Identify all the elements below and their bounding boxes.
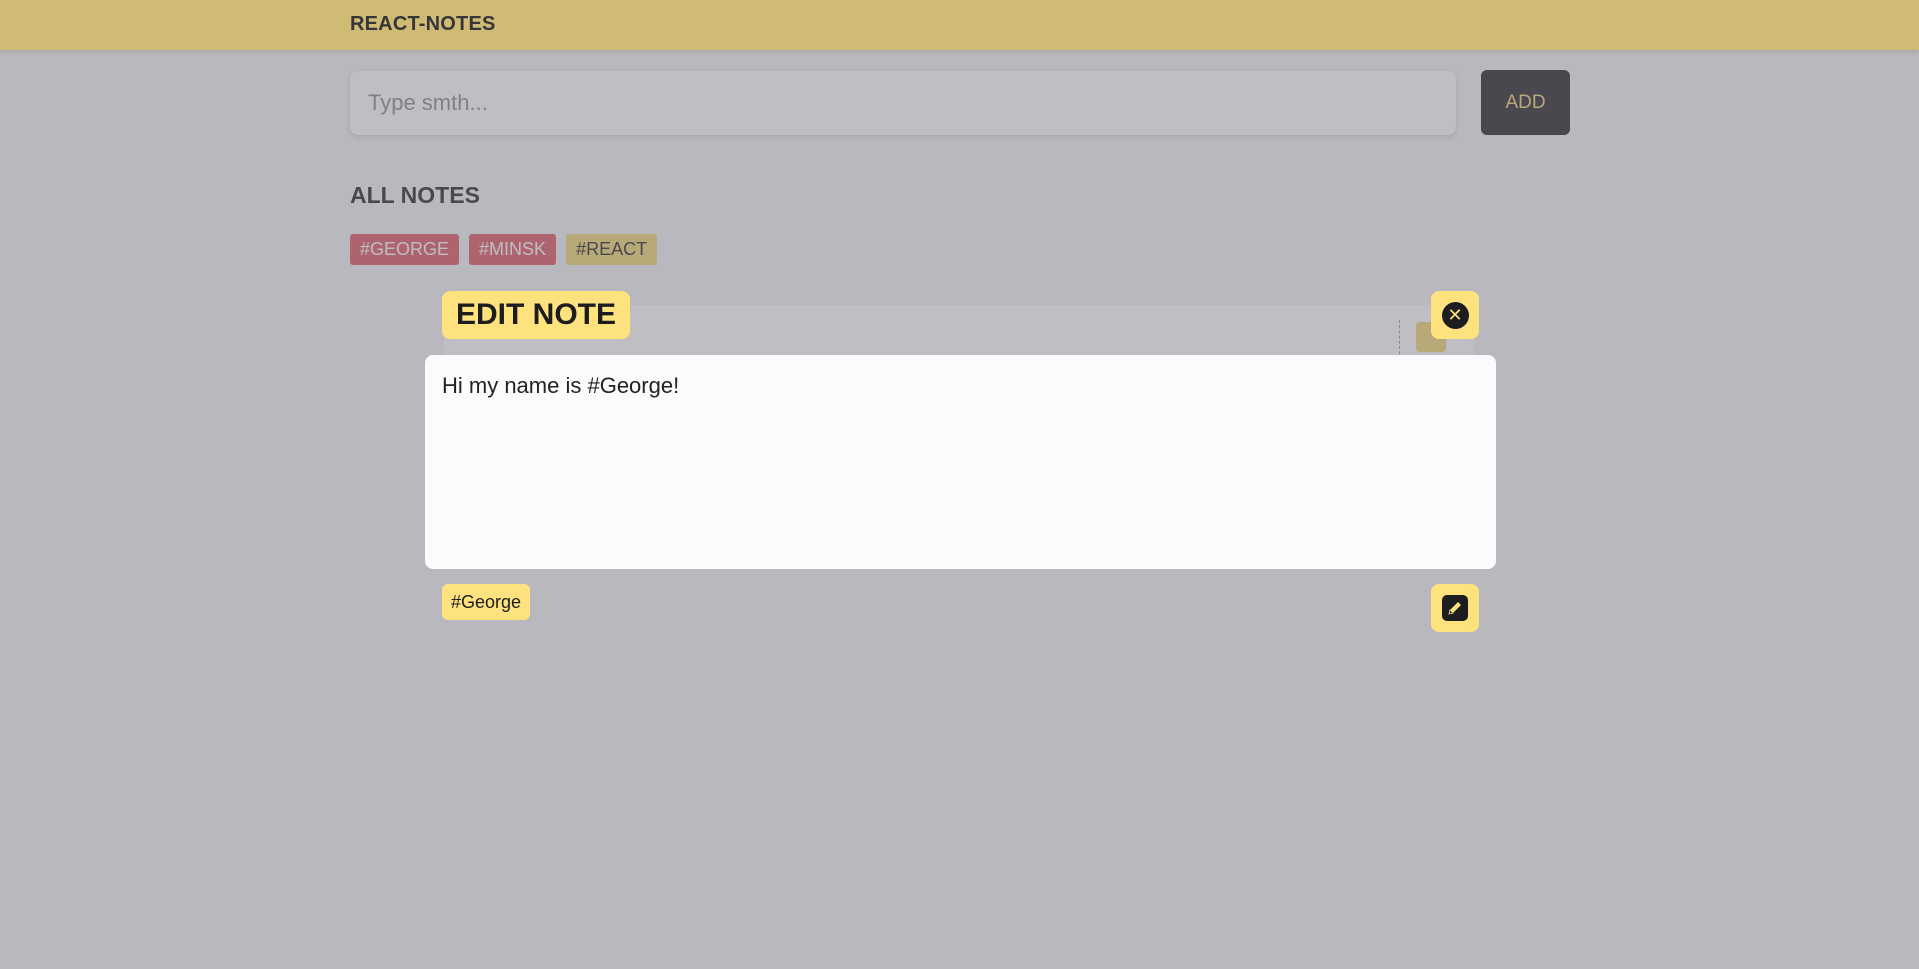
close-icon: ✕ xyxy=(1441,301,1469,329)
save-note-button[interactable] xyxy=(1431,584,1479,632)
note-tag-badge: #George xyxy=(442,584,531,620)
close-modal-button[interactable]: ✕ xyxy=(1431,291,1479,339)
modal-title: EDIT NOTE xyxy=(442,291,631,339)
navbar-dim-overlay xyxy=(0,0,1919,50)
note-edit-textarea[interactable]: Hi my name is #George! xyxy=(425,355,1496,569)
pencil-icon xyxy=(1442,595,1468,621)
